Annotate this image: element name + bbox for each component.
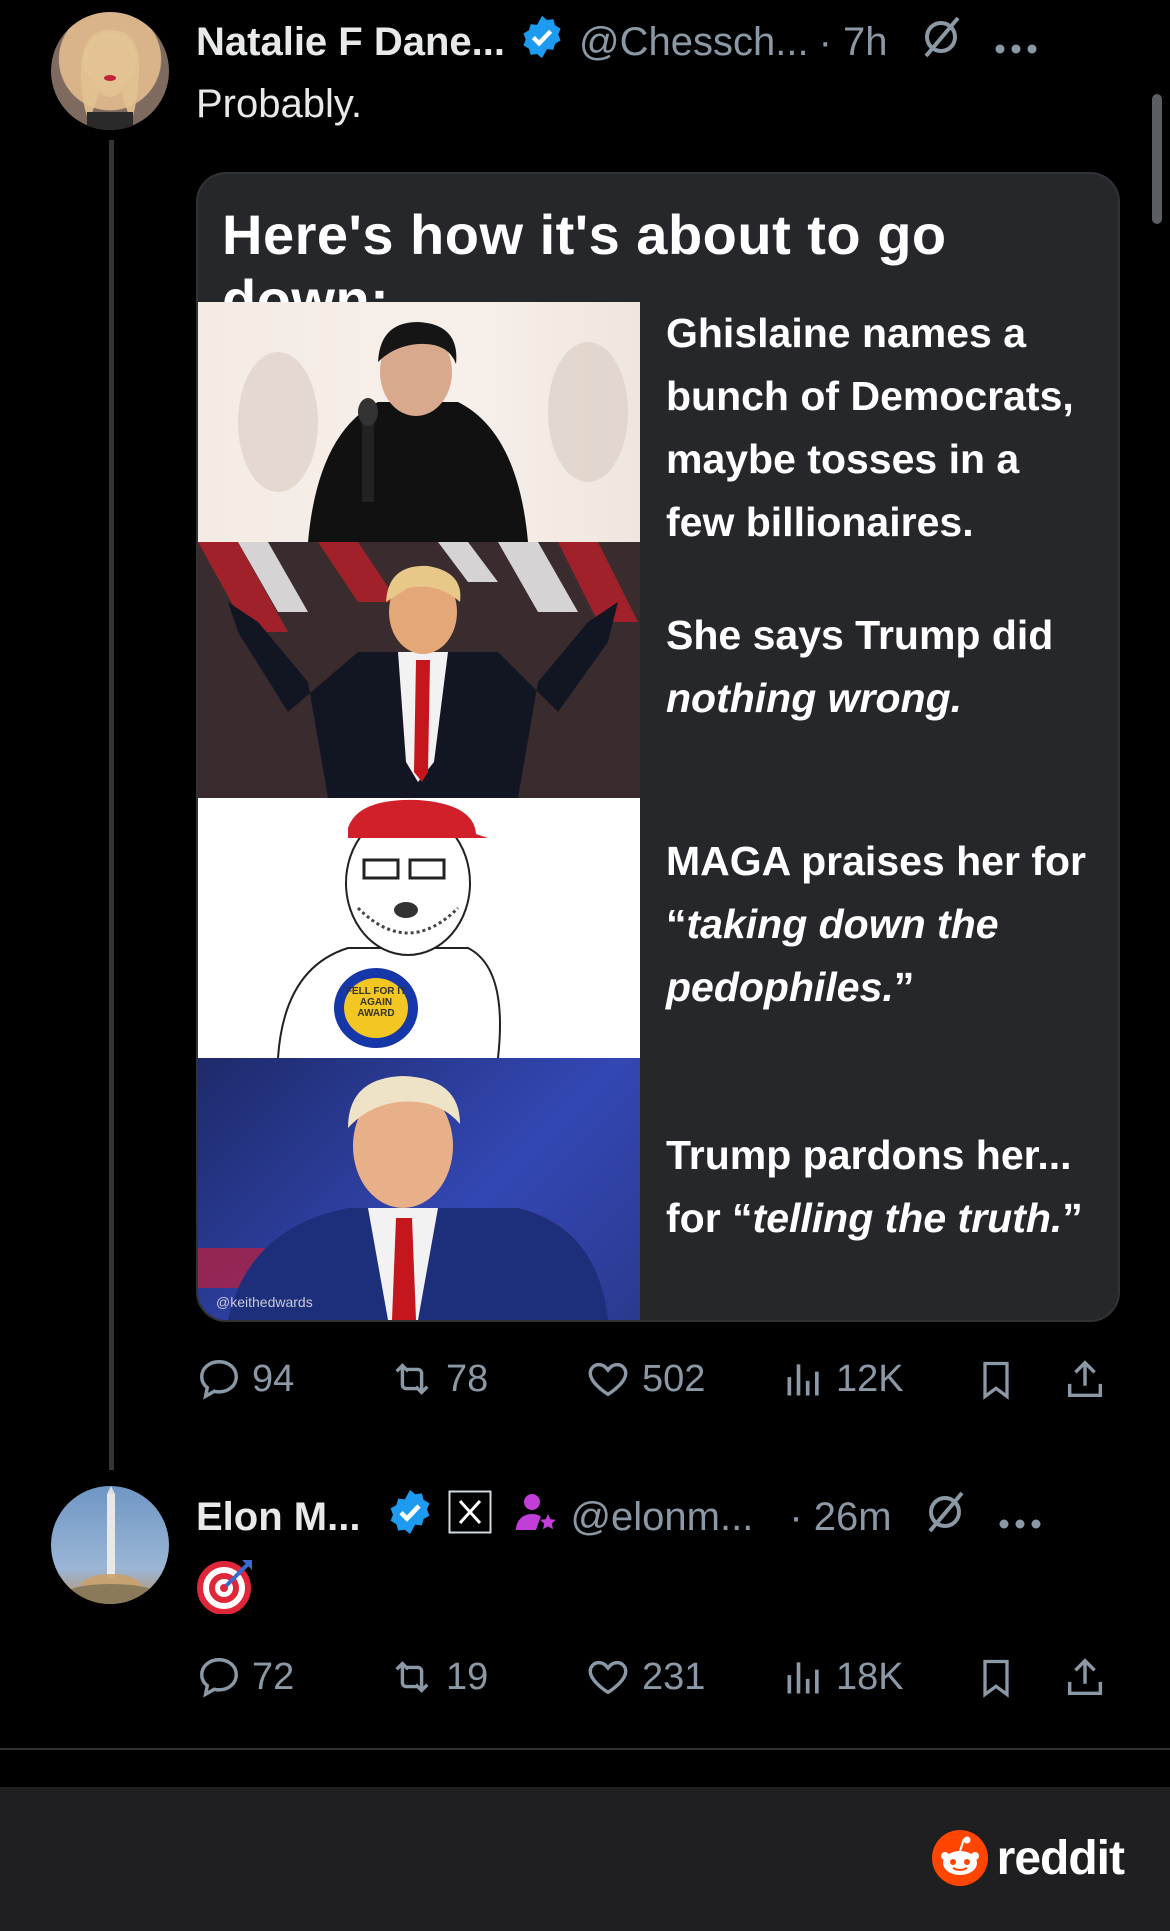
like-count: 502 [642, 1357, 706, 1400]
panel-image-trump-shrug [198, 542, 640, 798]
reddit-footer: reddit [0, 1787, 1170, 1931]
reply-count: 94 [252, 1357, 295, 1400]
panel-4-emphasis: telling the truth. [752, 1195, 1063, 1241]
bookmark-button[interactable] [974, 1356, 1028, 1404]
tweet2-handle[interactable]: @elonm... [570, 1495, 753, 1540]
panel-text-1: Ghislaine names a bunch of Democrats, ma… [666, 302, 1096, 554]
reddit-wordmark: reddit [996, 1831, 1125, 1885]
panel-1-text: Ghislaine names a bunch of Democrats, ma… [666, 310, 1074, 545]
panel-4-end: ” [1062, 1195, 1083, 1241]
retweet-icon [395, 1363, 429, 1395]
tweet2-author-name[interactable]: Elon M... [196, 1495, 360, 1540]
share-icon [1067, 1360, 1103, 1398]
share-button[interactable] [1062, 1654, 1118, 1702]
more-options-icon[interactable] [998, 1495, 1042, 1540]
panel-2-text: She says Trump did [666, 612, 1054, 658]
tweet1-author-name[interactable]: Natalie F Dane... [196, 20, 505, 65]
heart-icon [588, 1362, 628, 1397]
heart-icon [588, 1660, 628, 1695]
retweet-count: 19 [446, 1655, 489, 1698]
award-badge-text: FELL FOR IT AGAIN AWARD [345, 986, 407, 1019]
reddit-snoo-icon [931, 1830, 988, 1886]
verified-badge-icon [386, 1488, 434, 1546]
share-icon [1067, 1658, 1103, 1696]
avatar-elon[interactable] [51, 1486, 169, 1604]
like-count: 231 [642, 1655, 706, 1698]
tweet2-emoji [196, 1556, 254, 1624]
panel-text-2: She says Trump did nothing wrong. [666, 604, 1096, 730]
tweet2-actions: 72 19 231 18K [196, 1654, 1116, 1714]
views-button[interactable]: 12K [782, 1356, 904, 1402]
tweet2-time[interactable]: · 26m [789, 1495, 891, 1540]
thread-line [109, 140, 114, 1470]
bookmark-icon [983, 1659, 1009, 1698]
watermark: @keithedwards [216, 1294, 313, 1310]
retweet-button[interactable]: 19 [388, 1654, 488, 1700]
more-options-icon[interactable] [994, 20, 1038, 65]
person-star-icon[interactable] [512, 1488, 560, 1546]
retweet-button[interactable]: 78 [388, 1356, 488, 1402]
tweet1-actions: 94 78 502 12K [196, 1356, 1116, 1416]
like-button[interactable]: 231 [584, 1654, 705, 1700]
views-icon [787, 1662, 819, 1694]
avatar-rocket-icon [65, 1486, 157, 1604]
reply-count: 72 [252, 1655, 295, 1698]
reply-icon [200, 1658, 238, 1698]
tweet2-header: Elon M... @elonm... · 26m [196, 1488, 1042, 1546]
tweet1-time[interactable]: · 7h [819, 20, 888, 65]
panel-3-emphasis: taking down the pedophiles. [666, 901, 999, 1010]
reply-icon [200, 1360, 238, 1400]
views-count: 12K [836, 1357, 904, 1400]
verified-badge-icon [519, 14, 565, 70]
reply-button[interactable]: 94 [196, 1356, 294, 1402]
bookmark-icon [983, 1361, 1009, 1400]
tweet1-handle[interactable]: @Chessch... [579, 20, 809, 65]
retweet-count: 78 [446, 1357, 489, 1400]
share-button[interactable] [1062, 1356, 1118, 1404]
x-affiliate-icon[interactable] [448, 1490, 492, 1544]
views-count: 18K [836, 1655, 904, 1698]
divider [0, 1748, 1170, 1750]
panel-3-end: ” [893, 964, 915, 1010]
panel-image-soyjak: FELL FOR IT AGAIN AWARD [198, 798, 640, 1058]
grok-slash-icon[interactable] [922, 1489, 968, 1545]
views-button[interactable]: 18K [782, 1654, 904, 1700]
bookmark-button[interactable] [974, 1654, 1028, 1702]
views-icon [787, 1364, 819, 1396]
tweet1-text: Probably. [196, 82, 363, 126]
tweet1-header: Natalie F Dane... @Chessch... · 7h [196, 14, 1038, 70]
panel-text-3: MAGA praises her for “taking down the pe… [666, 830, 1106, 1019]
panel-2-emphasis: nothing wrong. [666, 675, 963, 721]
direct-hit-target-icon [197, 1560, 252, 1615]
scrollbar[interactable] [1152, 94, 1162, 224]
panel-text-4: Trump pardons her... for “telling the tr… [666, 1124, 1116, 1250]
reply-button[interactable]: 72 [196, 1654, 294, 1700]
panel-image-ghislaine [198, 302, 640, 542]
panel-image-trump-smile: @keithedwards [198, 1058, 640, 1320]
like-button[interactable]: 502 [584, 1356, 705, 1402]
avatar-portrait-icon [81, 30, 140, 130]
avatar-natalie[interactable] [51, 12, 169, 130]
grok-slash-icon[interactable] [918, 14, 964, 70]
tweet1-media-card[interactable]: Here's how it's about to go down: Ghisla… [196, 172, 1120, 1322]
reddit-logo: reddit [931, 1829, 1125, 1887]
retweet-icon [395, 1661, 429, 1693]
